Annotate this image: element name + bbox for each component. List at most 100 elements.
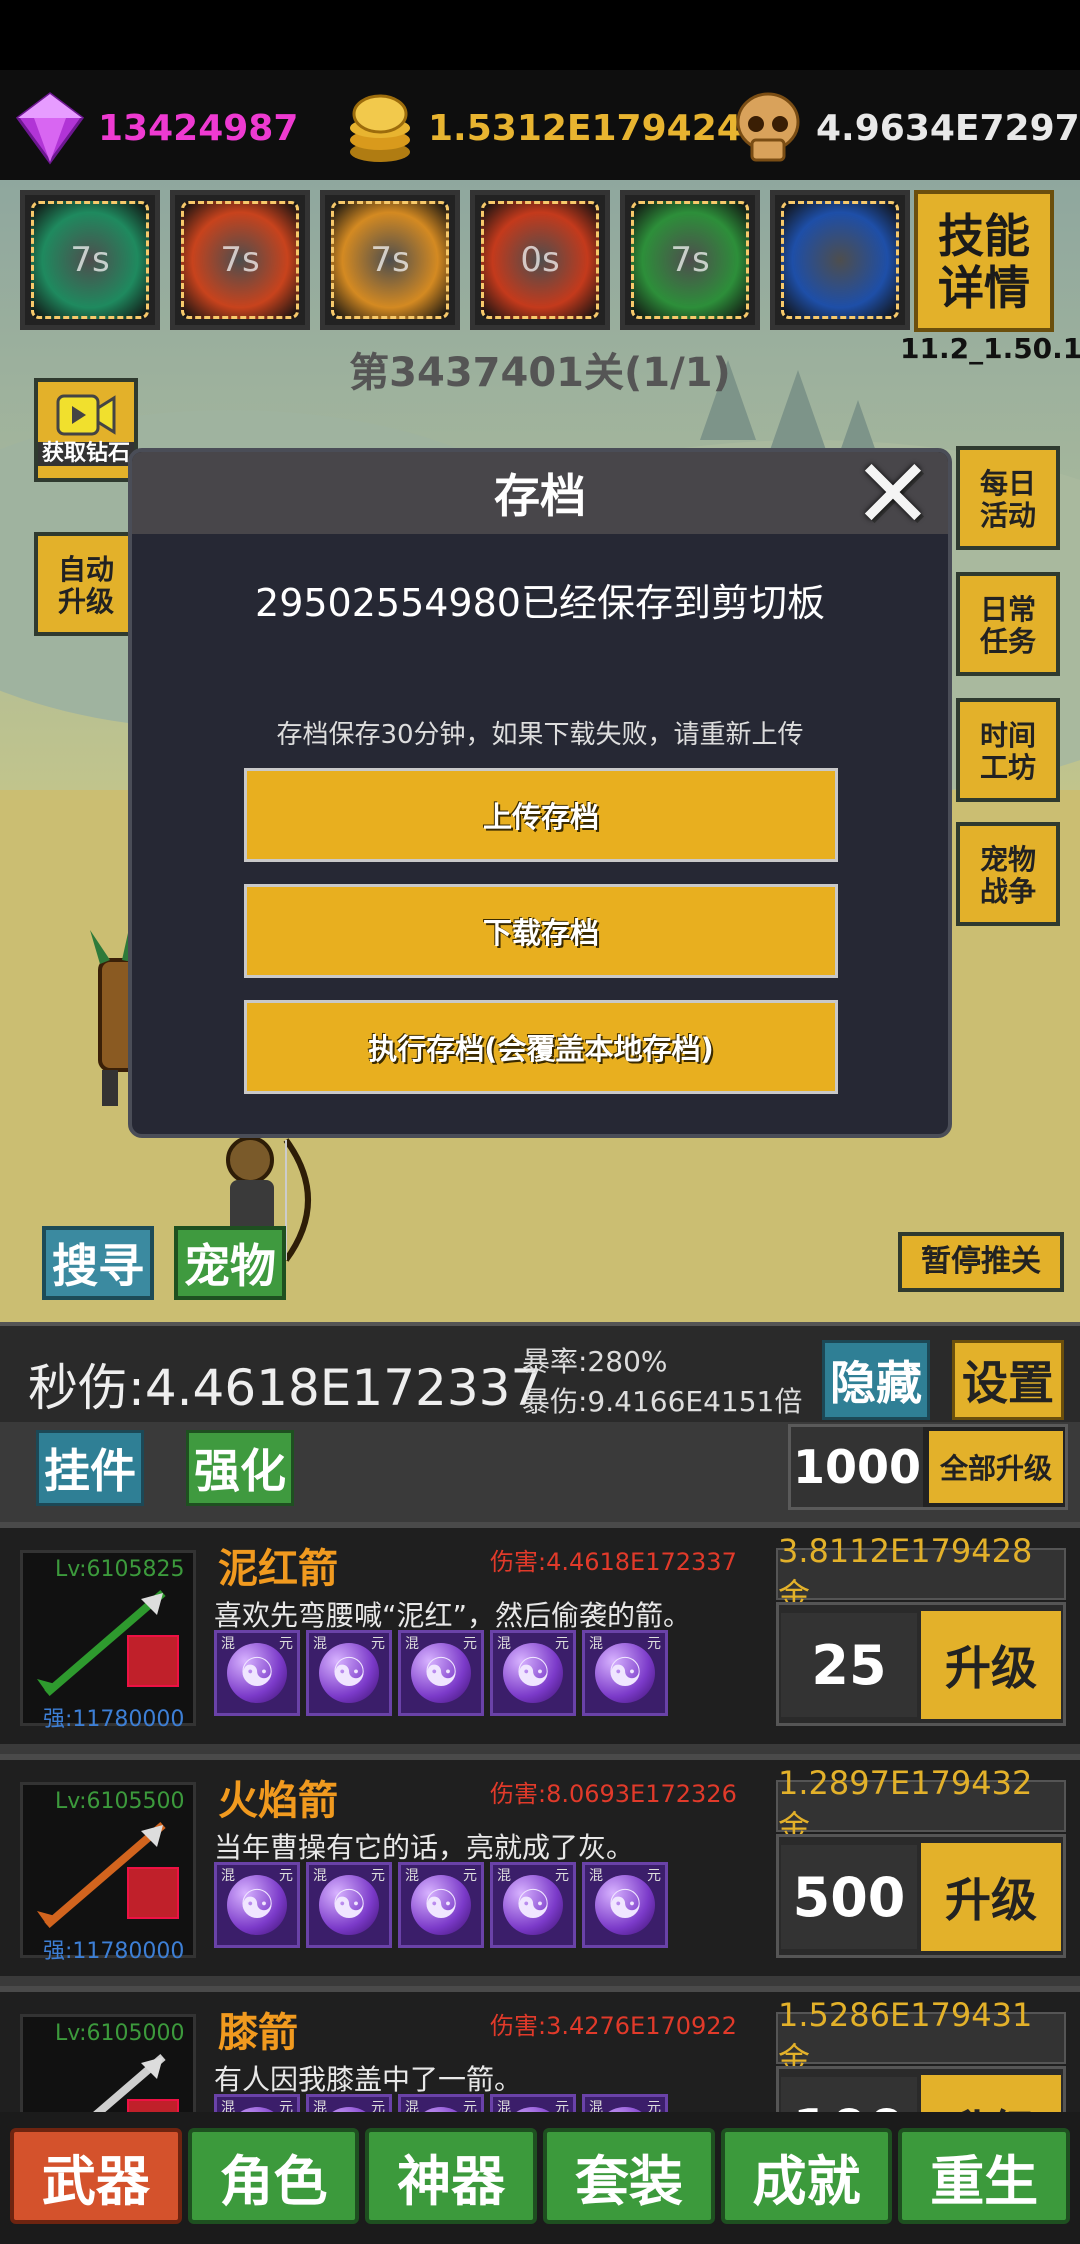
- tab-enhance[interactable]: 强化: [186, 1430, 294, 1506]
- chaos-orb-slot[interactable]: 混 元 ☯: [398, 2094, 484, 2112]
- skill-cooldown: 7s: [370, 240, 410, 280]
- daily-activity-button[interactable]: 每日 活动: [956, 446, 1060, 550]
- skull-icon: [736, 92, 800, 162]
- arrow-skill-icon: 7s: [631, 201, 749, 319]
- weapon-icon[interactable]: Lv:6105000: [20, 2014, 196, 2112]
- orb-tag: 元: [647, 1636, 661, 1652]
- orb-tag: 元: [279, 1636, 293, 1652]
- settings-button[interactable]: 设置: [952, 1340, 1064, 1420]
- orb-tag: 元: [555, 1636, 569, 1652]
- nav-rebirth[interactable]: 重生: [898, 2128, 1071, 2224]
- stage-indicator: 第3437401关(1/1): [349, 350, 731, 396]
- orb-tag: 混: [497, 2100, 511, 2112]
- chaos-orb-slot[interactable]: 混 元 ☯: [398, 1630, 484, 1716]
- weapon-damage: 伤害:4.4618E172337: [490, 1548, 737, 1576]
- weapon-name: 泥红箭: [218, 1546, 338, 1592]
- chaos-orb-slot[interactable]: 混 元 ☯: [214, 1630, 300, 1716]
- chaos-orb-slot[interactable]: 混 元 ☯: [490, 2094, 576, 2112]
- chaos-orb-slot[interactable]: 混 元 ☯: [582, 1630, 668, 1716]
- search-button[interactable]: 搜寻: [42, 1226, 154, 1300]
- daily-task-button[interactable]: 日常 任务: [956, 572, 1060, 676]
- hide-button[interactable]: 隐藏: [822, 1340, 930, 1420]
- skill-slot[interactable]: 7s: [620, 190, 760, 330]
- skulls-counter: 4.9634E72971: [728, 88, 1080, 168]
- chaos-orb-slot[interactable]: 混 元 ☯: [582, 1862, 668, 1948]
- nav-weapons[interactable]: 武器: [10, 2128, 182, 2224]
- skill-slot[interactable]: 7s: [20, 190, 160, 330]
- slash-skill-icon: 7s: [181, 201, 299, 319]
- tab-pendant[interactable]: 挂件: [36, 1430, 144, 1506]
- skill-slot[interactable]: 7s: [170, 190, 310, 330]
- orb-slots: 混 元 ☯ 混 元 ☯ 混 元 ☯ 混 元 ☯ 混 元 ☯: [214, 2094, 668, 2112]
- orb-slots: 混 元 ☯ 混 元 ☯ 混 元 ☯ 混 元 ☯ 混 元 ☯: [214, 1630, 668, 1716]
- yin-yang-icon: ☯: [411, 1643, 471, 1703]
- orb-tag: 元: [555, 2100, 569, 2112]
- orb-tag: 混: [313, 1636, 327, 1652]
- chaos-orb-slot[interactable]: 混 元 ☯: [214, 2094, 300, 2112]
- crit-rate: 暴率:280%: [522, 1345, 668, 1378]
- save-code-message: 29502554980已经保存到剪切板: [255, 581, 825, 625]
- stats-bar: 秒伤:4.4618E172337 暴率:280% 暴伤:9.4166E4151倍…: [0, 1322, 1080, 1422]
- weapon-icon[interactable]: Lv:6105825 强:11780000: [20, 1550, 196, 1732]
- chaos-orb-slot[interactable]: 混 元 ☯: [306, 1862, 392, 1948]
- nav-character[interactable]: 角色: [187, 2128, 360, 2224]
- auto-upgrade-button[interactable]: 自动 升级: [34, 532, 138, 636]
- nav-artifact[interactable]: 神器: [365, 2128, 538, 2224]
- yin-yang-icon: ☯: [595, 1643, 655, 1703]
- nav-achievement[interactable]: 成就: [720, 2128, 893, 2224]
- weapon-description: 有人因我膝盖中了一箭。: [214, 2063, 523, 2096]
- close-icon[interactable]: ✕: [848, 446, 938, 542]
- upgrade-button[interactable]: 升级: [921, 2075, 1061, 2112]
- pet-button[interactable]: 宠物: [174, 1226, 286, 1300]
- weapon-row: Lv:6105000 膝箭 伤害:3.4276E170922 有人因我膝盖中了一…: [0, 1986, 1080, 2112]
- chaos-orb-slot[interactable]: 混 元 ☯: [398, 1862, 484, 1948]
- upgrade-all-button[interactable]: 全部升级: [929, 1431, 1063, 1503]
- gold-value: 1.5312E179424: [428, 107, 742, 149]
- chaos-orb-slot[interactable]: 混 元 ☯: [306, 1630, 392, 1716]
- gold-coins-icon: [350, 94, 410, 162]
- skill-detail-label: 技能 详情: [938, 209, 1030, 315]
- weapon-row: Lv:6105500 强:11780000 火焰箭 伤害:8.0693E1723…: [0, 1754, 1080, 1976]
- orb-tag: 元: [371, 2100, 385, 2112]
- weapon-level: Lv:6105825: [55, 1557, 185, 1582]
- execute-save-button[interactable]: 执行存档(会覆盖本地存档): [244, 1000, 838, 1094]
- save-dialog-title: 存档: [494, 469, 586, 523]
- chaos-orb-slot[interactable]: 混 元 ☯: [214, 1862, 300, 1948]
- orb-tag: 混: [221, 1636, 235, 1652]
- upgrade-button[interactable]: 升级: [921, 1843, 1061, 1951]
- skill-cooldown: 7s: [220, 240, 260, 280]
- weapon-price: 1.5286E179431金: [776, 1996, 1066, 2078]
- pet-battle-button[interactable]: 宠物 战争: [956, 822, 1060, 926]
- weapon-price: 3.8112E179428金: [776, 1532, 1066, 1614]
- upgrade-count: 100: [781, 2077, 917, 2112]
- pause-push-button[interactable]: 暂停推关: [898, 1232, 1064, 1292]
- orb-tag: 元: [463, 1868, 477, 1884]
- skill-detail-button[interactable]: 技能 详情: [914, 190, 1054, 332]
- clock-skill-icon: [781, 201, 899, 319]
- orb-tag: 混: [589, 2100, 603, 2112]
- get-diamond-label: 获取钻石: [38, 442, 134, 466]
- time-workshop-button[interactable]: 时间 工坊: [956, 698, 1060, 802]
- chaos-orb-slot[interactable]: 混 元 ☯: [582, 2094, 668, 2112]
- weapon-icon[interactable]: Lv:6105500 强:11780000: [20, 1782, 196, 1964]
- upgrade-button[interactable]: 升级: [921, 1611, 1061, 1719]
- upload-save-button[interactable]: 上传存档: [244, 768, 838, 862]
- nav-set[interactable]: 套装: [543, 2128, 715, 2224]
- chaos-orb-slot[interactable]: 混 元 ☯: [490, 1630, 576, 1716]
- weapon-upgrade-box: 100 升级: [776, 2066, 1066, 2112]
- skill-slot[interactable]: 0s: [470, 190, 610, 330]
- download-save-button[interactable]: 下载存档: [244, 884, 838, 978]
- orb-tag: 元: [371, 1868, 385, 1884]
- get-diamond-button[interactable]: 获取钻石: [34, 378, 138, 482]
- orb-tag: 混: [405, 1636, 419, 1652]
- dps-value: 秒伤:4.4618E172337: [28, 1359, 543, 1417]
- save-dialog: 存档 ✕ 29502554980已经保存到剪切板 存档保存30分钟，如果下载失败…: [128, 446, 952, 1138]
- skill-slot[interactable]: [770, 190, 910, 330]
- skulls-value: 4.9634E72971: [816, 107, 1080, 149]
- quantity-value[interactable]: 1000: [791, 1427, 923, 1507]
- chaos-orb-slot[interactable]: 混 元 ☯: [490, 1862, 576, 1948]
- chaos-orb-slot[interactable]: 混 元 ☯: [306, 2094, 392, 2112]
- orb-tag: 混: [497, 1636, 511, 1652]
- skill-slot[interactable]: 7s: [320, 190, 460, 330]
- weapon-level: Lv:6105000: [55, 2021, 185, 2046]
